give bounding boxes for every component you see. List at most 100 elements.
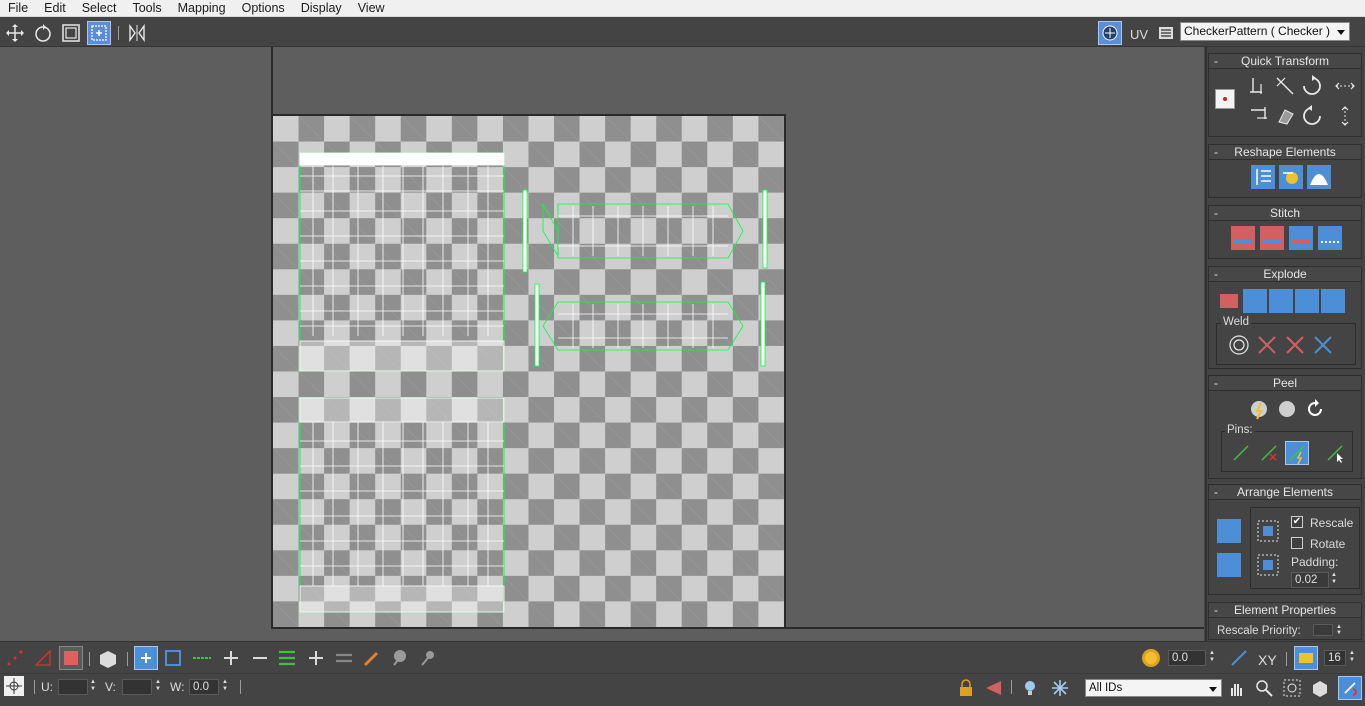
- select-pins-icon[interactable]: [1323, 441, 1347, 465]
- show-map-icon[interactable]: [1098, 21, 1122, 45]
- select-overlap-icon[interactable]: [161, 646, 185, 670]
- shrink-selection-icon[interactable]: [248, 646, 272, 670]
- menu-tools[interactable]: Tools: [124, 0, 169, 16]
- map-select[interactable]: CheckerPattern ( Checker ): [1180, 22, 1350, 41]
- stitch-target-icon[interactable]: [1289, 226, 1313, 250]
- ignore-backfacing-icon[interactable]: [1294, 646, 1318, 670]
- snap-icon[interactable]: [1338, 676, 1362, 700]
- space-vertical-icon[interactable]: [1333, 104, 1357, 128]
- menu-mapping[interactable]: Mapping: [170, 0, 234, 16]
- rollout-title[interactable]: - Stitch: [1209, 206, 1361, 221]
- rollout-title[interactable]: - Arrange Elements: [1209, 485, 1361, 500]
- collapse-icon[interactable]: -: [1214, 54, 1218, 68]
- pack-custom-icon[interactable]: [1256, 519, 1280, 543]
- rollout-title[interactable]: - Element Properties: [1209, 603, 1361, 618]
- rollout-title[interactable]: - Explode: [1209, 267, 1361, 282]
- rescale-checkbox[interactable]: ✔: [1291, 516, 1303, 528]
- grow-selection-icon[interactable]: [219, 646, 243, 670]
- menu-options[interactable]: Options: [234, 0, 293, 16]
- list-icon[interactable]: [1154, 21, 1178, 45]
- soft-falloff-field[interactable]: 0.0: [1168, 650, 1206, 666]
- freeze-icon[interactable]: [1048, 676, 1072, 700]
- xy-label[interactable]: XY: [1258, 652, 1277, 668]
- stitch-average-icon[interactable]: [1260, 226, 1284, 250]
- rollout-title[interactable]: - Quick Transform: [1209, 54, 1361, 69]
- arc-icon[interactable]: [1307, 165, 1331, 189]
- paint-shrink-icon[interactable]: [415, 646, 439, 670]
- align-vertical-icon[interactable]: [1247, 74, 1271, 98]
- break-icon[interactable]: [1217, 289, 1241, 313]
- absolute-offset-icon[interactable]: [4, 676, 24, 696]
- paint-grow-icon[interactable]: [387, 646, 411, 670]
- brush-size-field[interactable]: 16: [1324, 650, 1346, 666]
- mirror-icon[interactable]: [125, 21, 149, 45]
- w-spinner[interactable]: ▲ ▼: [221, 679, 229, 695]
- hide-icon[interactable]: [982, 676, 1006, 700]
- collapse-icon[interactable]: -: [1214, 145, 1218, 159]
- uv-label[interactable]: UV: [1130, 27, 1148, 42]
- pivot-icon[interactable]: [1215, 89, 1235, 109]
- weld-selected-icon[interactable]: [1255, 333, 1279, 357]
- pin-selected-icon[interactable]: [1229, 441, 1253, 465]
- explode-to-elements-icon[interactable]: [1321, 289, 1345, 313]
- collapse-icon[interactable]: -: [1214, 603, 1218, 617]
- uv-islands[interactable]: [273, 116, 784, 627]
- ring-icon[interactable]: [190, 646, 214, 670]
- rescale-priority-field[interactable]: [1313, 624, 1333, 636]
- quick-peel-icon[interactable]: [1247, 397, 1271, 421]
- u-field[interactable]: [58, 679, 88, 695]
- w-field[interactable]: 0.0: [189, 679, 219, 695]
- polygon-mode-icon[interactable]: [59, 646, 83, 670]
- menu-edit[interactable]: Edit: [36, 0, 74, 16]
- v-spinner[interactable]: ▲ ▼: [154, 679, 162, 695]
- menu-view[interactable]: View: [350, 0, 393, 16]
- lock-icon[interactable]: [954, 676, 978, 700]
- move-icon[interactable]: [3, 21, 27, 45]
- linear-align-icon[interactable]: [1273, 74, 1297, 98]
- peel-mode-icon[interactable]: [1275, 397, 1299, 421]
- falloff-linear-icon[interactable]: [1227, 646, 1251, 670]
- relax-icon[interactable]: [1279, 165, 1303, 189]
- select-by-element-icon[interactable]: [134, 646, 158, 670]
- zoom-extents-icon[interactable]: [1308, 676, 1332, 700]
- explode-by-material-icon[interactable]: [1269, 289, 1293, 313]
- pan-icon[interactable]: [1224, 676, 1248, 700]
- pack-together-icon[interactable]: [1217, 553, 1241, 577]
- freeform-icon[interactable]: [87, 21, 111, 45]
- rescale-priority-spinner[interactable]: ▲ ▼: [1335, 624, 1343, 636]
- element-mode-icon[interactable]: [96, 646, 120, 670]
- soft-falloff-spinner[interactable]: ▲ ▼: [1208, 650, 1216, 666]
- menu-select[interactable]: Select: [74, 0, 125, 16]
- reset-peel-icon[interactable]: [1303, 397, 1327, 421]
- align-to-edge-icon[interactable]: [1273, 104, 1297, 128]
- weld-target-icon[interactable]: [1227, 333, 1251, 357]
- edge-mode-icon[interactable]: [31, 646, 55, 670]
- straighten-icon[interactable]: [1251, 165, 1275, 189]
- rollout-title[interactable]: - Peel: [1209, 376, 1361, 391]
- zoom-region-icon[interactable]: [1280, 676, 1304, 700]
- weld-all-icon[interactable]: [1283, 333, 1307, 357]
- align-horizontal-icon[interactable]: [1247, 104, 1271, 128]
- paint-select-icon[interactable]: [360, 646, 384, 670]
- zoom-icon[interactable]: [1252, 676, 1276, 700]
- menu-file[interactable]: File: [0, 0, 36, 16]
- pack-normalize-icon[interactable]: [1217, 519, 1241, 543]
- unpin-icon[interactable]: [1257, 441, 1281, 465]
- brush-size-spinner[interactable]: ▲ ▼: [1348, 650, 1356, 666]
- v-field[interactable]: [122, 679, 152, 695]
- rotate-cw-icon[interactable]: [1300, 74, 1324, 98]
- collapse-icon[interactable]: -: [1214, 376, 1218, 390]
- padding-field[interactable]: 0.02: [1291, 572, 1329, 588]
- padding-spinner[interactable]: ▲ ▼: [1330, 572, 1338, 588]
- menu-display[interactable]: Display: [293, 0, 350, 16]
- bulb-icon[interactable]: [1018, 676, 1042, 700]
- collapse-icon[interactable]: -: [1214, 206, 1218, 220]
- collapse-icon[interactable]: -: [1214, 485, 1218, 499]
- stitch-custom-icon[interactable]: [1318, 226, 1342, 250]
- flatten-by-polygon-icon[interactable]: [1295, 289, 1319, 313]
- ring-grow-icon[interactable]: [304, 646, 328, 670]
- vertex-mode-icon[interactable]: [3, 646, 27, 670]
- stitch-source-icon[interactable]: [1231, 226, 1255, 250]
- space-horizontal-icon[interactable]: [1333, 74, 1357, 98]
- soft-selection-icon[interactable]: [1139, 646, 1163, 670]
